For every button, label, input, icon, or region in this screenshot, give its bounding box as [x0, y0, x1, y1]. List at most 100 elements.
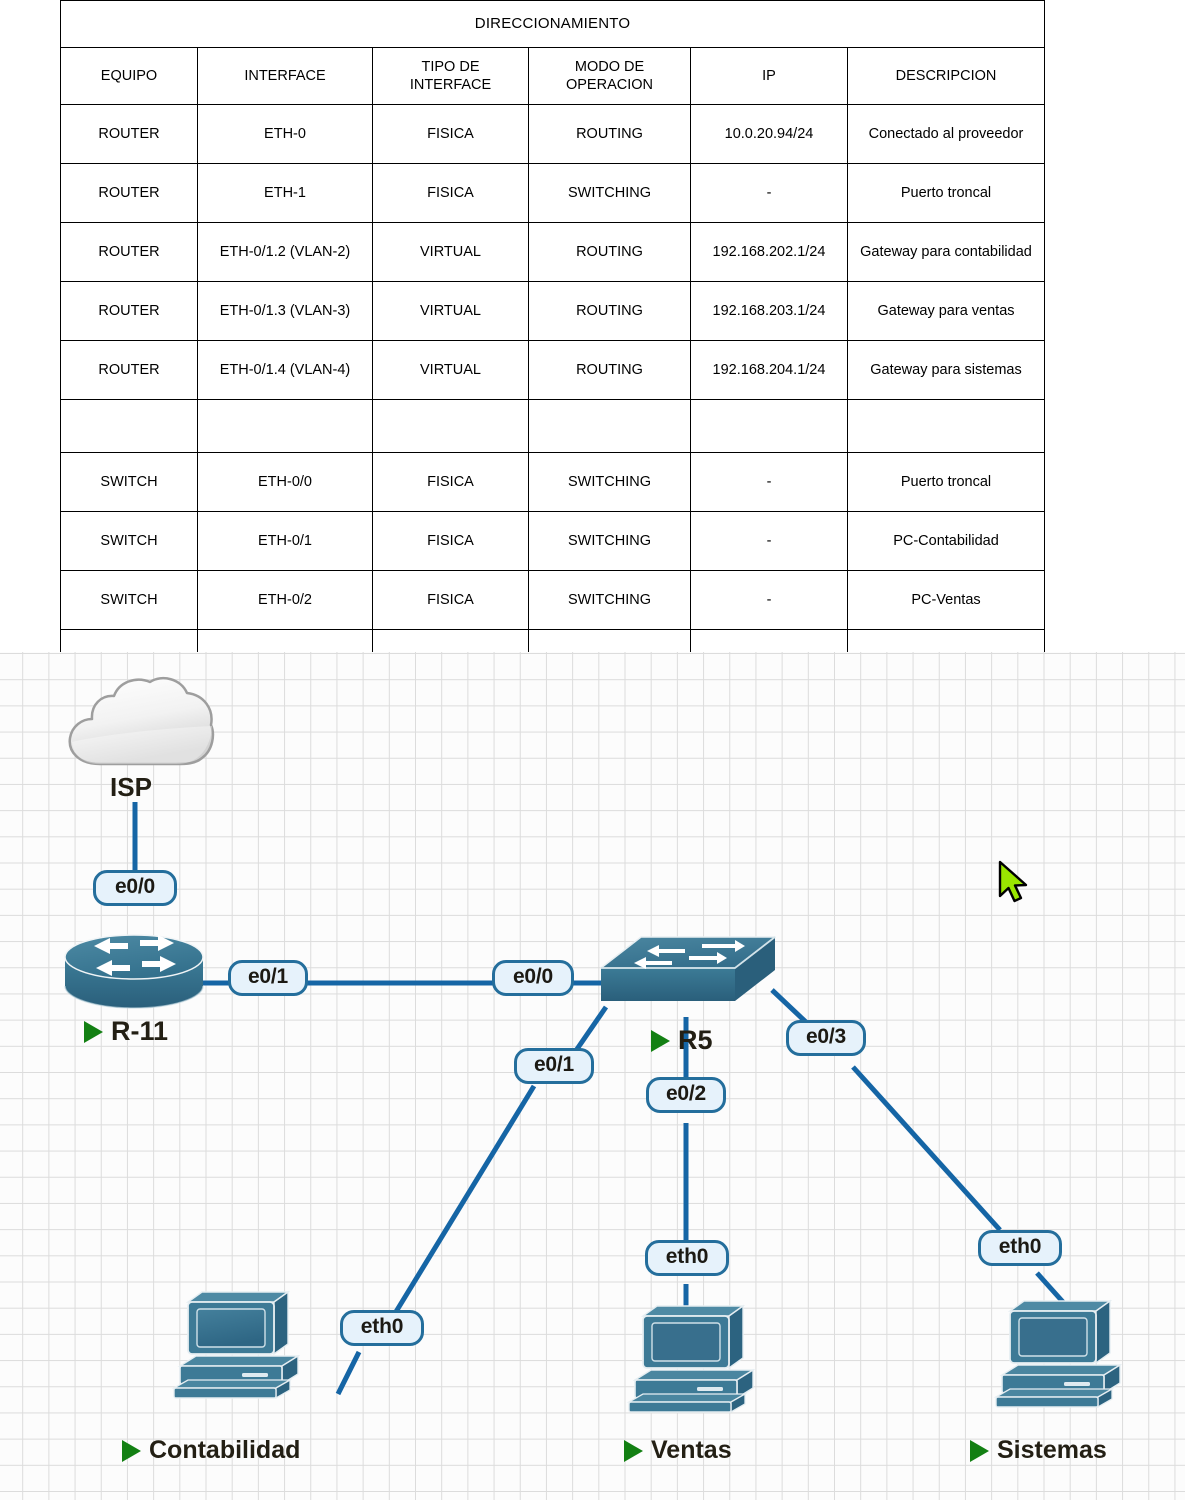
router-node[interactable] — [62, 929, 207, 1014]
table-cell-empty — [60, 399, 198, 453]
table-row: ROUTER ETH-0/1.3 (VLAN-3) VIRTUAL ROUTING 19… — [60, 281, 1045, 341]
port-label-switch-e01[interactable]: e0/1 — [514, 1048, 594, 1084]
addressing-table: DIRECCIONAMIENTO EQUIPO INTERFACE TIPO D… — [60, 0, 1045, 689]
table-cell-empty — [690, 399, 848, 453]
status-running-icon — [84, 1020, 103, 1043]
table-cell-interface: ETH-0/0 — [197, 452, 373, 512]
table-cell-modo: ROUTING — [528, 104, 691, 164]
table-cell-interface: ETH-1 — [197, 163, 373, 223]
column-header-ip: IP — [690, 47, 848, 105]
status-running-icon — [624, 1439, 643, 1462]
table-cell-equipo: ROUTER — [60, 222, 198, 282]
port-label-switch-e03[interactable]: e0/3 — [786, 1020, 866, 1056]
table-cell-ip: 192.168.203.1/24 — [690, 281, 848, 341]
port-label-ventas-eth0[interactable]: eth0 — [645, 1240, 729, 1276]
table-title-row: DIRECCIONAMIENTO — [60, 0, 1045, 48]
table-cell-ip: - — [690, 163, 848, 223]
table-title: DIRECCIONAMIENTO — [60, 0, 1045, 48]
table-cell-empty — [372, 399, 529, 453]
isp-label: ISP — [110, 772, 152, 802]
table-cell-interface: ETH-0/1.3 (VLAN-3) — [197, 281, 373, 341]
table-cell-interface: ETH-0 — [197, 104, 373, 164]
pc-ventas-label: Ventas — [624, 1436, 732, 1465]
switch-device-label: R5 — [651, 1025, 713, 1056]
table-cell-descripcion: Gateway para sistemas — [847, 340, 1045, 400]
network-topology-canvas[interactable]: ISP e0/0 e0/1 R-11 e0/0 e0/1 e0/2 e0/3 R… — [0, 652, 1185, 1500]
table-cell-equipo: ROUTER — [60, 163, 198, 223]
column-header-equipo: EQUIPO — [60, 47, 198, 105]
link-switch-to-sistemas — [851, 1065, 1002, 1232]
table-cell-empty — [197, 399, 373, 453]
table-cell-ip: 10.0.20.94/24 — [690, 104, 848, 164]
pc-contabilidad-node[interactable] — [170, 1288, 301, 1406]
port-label-switch-e02[interactable]: e0/2 — [646, 1077, 726, 1113]
table-cell-modo: ROUTING — [528, 281, 691, 341]
status-running-icon — [651, 1029, 670, 1052]
table-cell-ip: - — [690, 570, 848, 630]
table-row: ROUTER ETH-0 FISICA ROUTING 10.0.20.94/24 Con… — [60, 104, 1045, 164]
pc-sistemas-label: Sistemas — [970, 1436, 1107, 1465]
table-cell-descripcion: PC-Ventas — [847, 570, 1045, 630]
table-cell-tipo: FISICA — [372, 452, 529, 512]
column-header-tipo-de-interface: TIPO DE INTERFACE — [372, 47, 529, 105]
table-cell-modo: SWITCHING — [528, 511, 691, 571]
link-contabilidad-eth0-stub — [335, 1350, 362, 1396]
table-cell-tipo: FISICA — [372, 511, 529, 571]
link-switch-to-contabilidad — [391, 1084, 537, 1317]
table-cell-tipo: VIRTUAL — [372, 222, 529, 282]
table-cell-equipo: ROUTER — [60, 340, 198, 400]
table-cell-equipo: SWITCH — [60, 511, 198, 571]
column-header-modo-de-operacion: MODO DE OPERACION — [528, 47, 691, 105]
table-cell-descripcion: Conectado al proveedor — [847, 104, 1045, 164]
desktop-pc-icon — [171, 1290, 301, 1400]
port-label-router-e01[interactable]: e0/1 — [228, 960, 308, 996]
table-cell-equipo: SWITCH — [60, 570, 198, 630]
table-cell-modo: ROUTING — [528, 340, 691, 400]
port-label-switch-e00[interactable]: e0/0 — [492, 960, 574, 996]
desktop-pc-icon — [993, 1299, 1123, 1409]
table-cell-ip: 192.168.202.1/24 — [690, 222, 848, 282]
table-cell-equipo: SWITCH — [60, 452, 198, 512]
table-row: ROUTER ETH-1 FISICA SWITCHING - Puerto tronca… — [60, 163, 1045, 223]
table-cell-tipo: FISICA — [372, 163, 529, 223]
table-cell-descripcion: Gateway para ventas — [847, 281, 1045, 341]
status-running-icon — [970, 1439, 989, 1462]
column-header-descripcion: DESCRIPCION — [847, 47, 1045, 105]
table-row: ROUTER ETH-0/1.2 (VLAN-2) VIRTUAL ROUTING 19… — [60, 222, 1045, 282]
table-cell-tipo: VIRTUAL — [372, 340, 529, 400]
table-cell-modo: SWITCHING — [528, 452, 691, 512]
table-cell-empty — [847, 399, 1045, 453]
table-cell-equipo: ROUTER — [60, 281, 198, 341]
table-cell-tipo: FISICA — [372, 104, 529, 164]
table-cell-descripcion: Puerto troncal — [847, 452, 1045, 512]
table-cell-ip: - — [690, 452, 848, 512]
isp-cloud-node[interactable] — [62, 672, 217, 777]
port-label-contabilidad-eth0[interactable]: eth0 — [340, 1310, 424, 1346]
router-device-label: R-11 — [84, 1016, 168, 1047]
router-icon — [64, 934, 204, 1009]
table-row: SWITCH ETH-0/1 FISICA SWITCHING - PC-Contabil… — [60, 511, 1045, 571]
pc-sistemas-node[interactable] — [992, 1297, 1123, 1415]
table-cell-descripcion: Gateway para contabilidad — [847, 222, 1045, 282]
table-header-row: EQUIPO INTERFACE TIPO DE INTERFACE MODO D… — [60, 47, 1045, 105]
table-row: ROUTER ETH-0/1.4 (VLAN-4) VIRTUAL ROUTING 19… — [60, 340, 1045, 400]
table-cell-modo: SWITCHING — [528, 163, 691, 223]
desktop-pc-icon — [626, 1304, 756, 1414]
switch-node[interactable] — [597, 923, 779, 1017]
pc-contabilidad-label: Contabilidad — [122, 1436, 300, 1465]
table-cell-interface: ETH-0/1 — [197, 511, 373, 571]
table-cell-ip: 192.168.204.1/24 — [690, 340, 848, 400]
table-cell-ip: - — [690, 511, 848, 571]
addressing-table-section: DIRECCIONAMIENTO EQUIPO INTERFACE TIPO D… — [0, 0, 1185, 689]
cloud-icon — [68, 677, 215, 766]
column-header-interface: INTERFACE — [197, 47, 373, 105]
table-cell-empty — [528, 399, 691, 453]
table-cell-interface: ETH-0/1.4 (VLAN-4) — [197, 340, 373, 400]
table-spacer-row — [60, 399, 1045, 453]
pc-ventas-node[interactable] — [625, 1302, 756, 1420]
table-row: SWITCH ETH-0/0 FISICA SWITCHING - Puerto tron… — [60, 452, 1045, 512]
table-cell-tipo: FISICA — [372, 570, 529, 630]
port-label-router-e00[interactable]: e0/0 — [93, 870, 177, 906]
table-cell-tipo: VIRTUAL — [372, 281, 529, 341]
port-label-sistemas-eth0[interactable]: eth0 — [978, 1230, 1062, 1266]
